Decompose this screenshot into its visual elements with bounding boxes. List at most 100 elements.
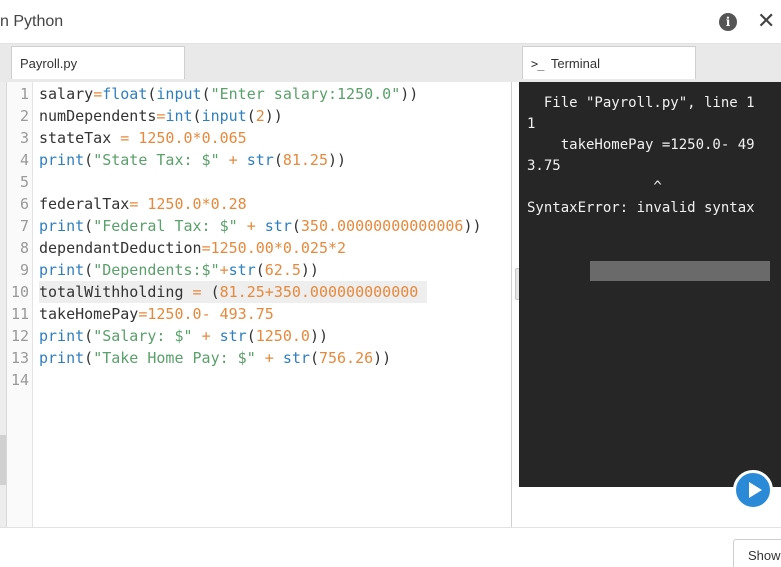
- code-token: (: [84, 217, 94, 235]
- run-button[interactable]: [733, 470, 773, 510]
- code-token: 62.5: [264, 261, 301, 279]
- line-number: 7: [19, 217, 29, 235]
- code-token: str: [282, 349, 310, 367]
- terminal-output-line: 1: [527, 116, 536, 132]
- code-token: +: [264, 283, 274, 301]
- code-token: (: [255, 261, 265, 279]
- code-token: )): [463, 217, 482, 235]
- code-token: "Salary: $": [93, 327, 193, 345]
- bottom-bar: [0, 527, 781, 567]
- line-number: 14: [10, 371, 29, 389]
- line-number: 2: [19, 107, 29, 125]
- code-token: "Dependents:$": [93, 261, 220, 279]
- code-line: print("Salary: $" + str(1250.0)): [39, 325, 328, 347]
- terminal-output-line: SyntaxError: invalid syntax: [527, 200, 755, 216]
- code-token: 2: [255, 107, 265, 125]
- code-token: str: [264, 217, 292, 235]
- show-button[interactable]: Show: [733, 539, 781, 567]
- line-number: 4: [19, 151, 29, 169]
- code-token: federalTax: [39, 195, 130, 213]
- code-token: =: [93, 85, 103, 103]
- app-title: n Python: [0, 13, 64, 30]
- code-token: 1250.0: [255, 327, 310, 345]
- code-token: 493.75: [219, 305, 274, 323]
- code-token: takeHomePay: [39, 305, 139, 323]
- code-token: )): [264, 107, 283, 125]
- code-token: "Enter salary:1250.0": [210, 85, 401, 103]
- code-token: =: [201, 239, 211, 257]
- code-token: *: [192, 129, 202, 147]
- code-token: 0.025: [282, 239, 328, 257]
- line-number: 12: [10, 327, 29, 345]
- code-token: (: [246, 327, 256, 345]
- code-token: 350.000000000000: [273, 283, 419, 301]
- code-token: +: [219, 261, 229, 279]
- tab-strip: Payroll.py >_ Terminal: [0, 44, 781, 82]
- tab-payroll-file[interactable]: Payroll.py: [11, 46, 185, 79]
- code-token: print: [39, 217, 85, 235]
- code-line: totalWithholding = (81.25+350.0000000000…: [39, 281, 428, 303]
- code-editor[interactable]: 1 2 3 4 5 6 7 8 9 10 11 12 13 14 salary=float(input("…: [7, 82, 512, 527]
- close-icon[interactable]: ✕: [757, 8, 775, 36]
- code-token: 350.00000000000006: [300, 217, 464, 235]
- tab-payroll-file-label: Payroll.py: [20, 56, 78, 71]
- line-number: 6: [19, 195, 29, 213]
- code-token: 81.25: [282, 151, 328, 169]
- code-token: "Federal Tax: $": [93, 217, 238, 235]
- code-token: totalWithholding: [39, 283, 193, 301]
- line-number: 3: [19, 129, 29, 147]
- line-number: 9: [19, 261, 29, 279]
- code-token: str: [228, 261, 256, 279]
- code-token: (: [201, 85, 211, 103]
- line-number: 1: [19, 85, 29, 103]
- code-token: 2: [337, 239, 347, 257]
- line-number: 10: [10, 283, 29, 301]
- line-number: 8: [19, 239, 29, 257]
- code-token: +: [246, 217, 256, 235]
- terminal-input-field[interactable]: [590, 261, 770, 281]
- code-line: stateTax = 1250.0*0.065: [39, 127, 247, 149]
- code-token: *: [201, 195, 211, 213]
- code-token: 1250.0: [138, 129, 193, 147]
- line-number: 11: [10, 305, 29, 323]
- code-token: print: [39, 349, 85, 367]
- code-token: (: [246, 107, 256, 125]
- terminal-panel[interactable]: File "Payroll.py", line 1 1 takeHomePay =…: [519, 82, 781, 487]
- code-token: "State Tax: $": [93, 151, 220, 169]
- code-token: )): [300, 261, 319, 279]
- code-token: 756.26: [318, 349, 374, 367]
- info-icon[interactable]: i: [719, 13, 737, 31]
- code-token: print: [39, 327, 85, 345]
- terminal-prompt-icon: >_: [531, 57, 544, 71]
- code-token: str: [246, 151, 274, 169]
- code-token: *: [273, 239, 283, 257]
- tab-terminal[interactable]: >_ Terminal: [522, 46, 696, 79]
- code-token: =: [129, 195, 139, 213]
- code-token: 81.25: [219, 283, 265, 301]
- pane-splitter[interactable]: [512, 82, 519, 527]
- terminal-output-line: File "Payroll.py", line 1: [527, 95, 755, 111]
- code-token: +: [201, 327, 211, 345]
- code-token: )): [328, 151, 347, 169]
- terminal-output-line: takeHomePay =1250.0- 49: [527, 137, 755, 153]
- code-token: -: [201, 305, 211, 323]
- code-token: 0.28: [210, 195, 247, 213]
- code-token: +: [228, 151, 238, 169]
- left-scroll-handle[interactable]: [0, 435, 6, 485]
- code-line: salary=float(input("Enter salary:1250.0"…: [39, 83, 418, 105]
- code-line: takeHomePay=1250.0- 493.75: [39, 303, 274, 325]
- line-number: 13: [10, 349, 29, 367]
- code-token: (: [291, 217, 301, 235]
- code-token: )): [400, 85, 419, 103]
- code-token: (: [84, 327, 94, 345]
